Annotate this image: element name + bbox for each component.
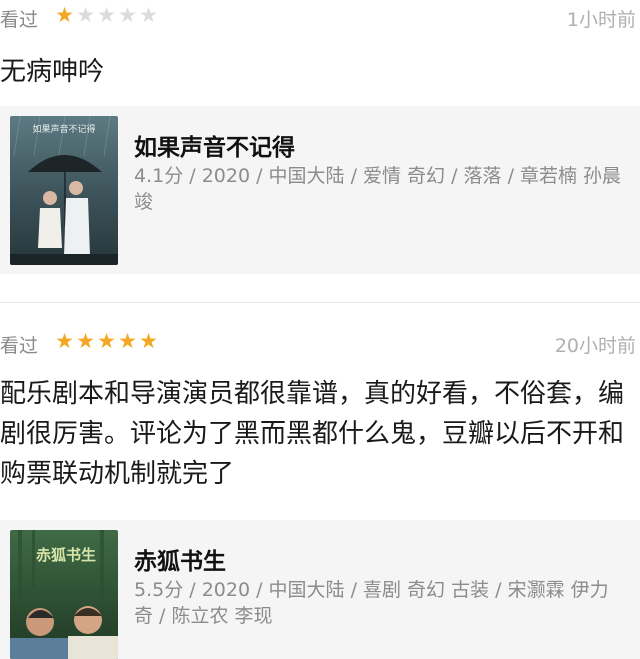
review-time: 1小时前 xyxy=(566,9,636,31)
rating-stars: ★ ★ ★ ★ ★ xyxy=(54,329,159,353)
star-filled-icon: ★ xyxy=(55,329,74,353)
star-filled-icon: ★ xyxy=(97,329,116,353)
review-item: 看过 ★ ★ ★ ★ ★ 1小时前 无病呻吟 如果声音不记得 如果声音不记得 4… xyxy=(0,0,640,300)
poster-title-text: 如果声音不记得 xyxy=(32,123,95,135)
review-time: 20小时前 xyxy=(554,335,636,357)
star-filled-icon: ★ xyxy=(76,329,95,353)
review-item: 看过 ★ ★ ★ ★ ★ 20小时前 配乐剧本和导演演员都很靠谱，真的好看，不俗套，编剧… xyxy=(0,326,640,659)
movie-title[interactable]: 如果声音不记得 xyxy=(134,128,295,162)
movie-poster: 如果声音不记得 xyxy=(10,116,118,265)
review-meta: 看过 ★ ★ ★ ★ ★ 20小时前 xyxy=(0,326,640,366)
rating-stars: ★ ★ ★ ★ ★ xyxy=(54,3,159,27)
star-empty-icon: ★ xyxy=(118,3,137,27)
movie-title[interactable]: 赤狐书生 xyxy=(134,542,226,576)
star-empty-icon: ★ xyxy=(97,3,116,27)
poster-title-text: 赤狐书生 xyxy=(36,546,96,564)
movie-info: 5.5分 / 2020 / 中国大陆 / 喜剧 奇幻 古装 / 宋灏霖 伊力奇 … xyxy=(134,579,609,627)
review-comment: 配乐剧本和导演演员都很靠谱，真的好看，不俗套，编剧很厉害。评论为了黑而黑都什么鬼… xyxy=(0,379,625,489)
movie-info: 4.1分 / 2020 / 中国大陆 / 爱情 奇幻 / 落落 / 章若楠 孙晨… xyxy=(134,165,622,213)
review-comment: 无病呻吟 xyxy=(0,57,105,87)
star-empty-icon: ★ xyxy=(139,3,158,27)
movie-poster: 赤狐书生 xyxy=(10,530,118,659)
star-empty-icon: ★ xyxy=(76,3,95,27)
movie-card[interactable]: 赤狐书生 赤狐书生 5.5分 / 2020 / 中国大陆 / 喜剧 奇幻 古装 … xyxy=(0,520,640,659)
star-filled-icon: ★ xyxy=(139,329,158,353)
review-action: 看过 xyxy=(0,335,39,357)
movie-card[interactable]: 如果声音不记得 如果声音不记得 4.1分 / 2020 / 中国大陆 / 爱情 … xyxy=(0,106,640,274)
review-action: 看过 xyxy=(0,9,39,31)
review-meta: 看过 ★ ★ ★ ★ ★ 1小时前 xyxy=(0,0,640,40)
divider xyxy=(0,302,640,303)
star-filled-icon: ★ xyxy=(118,329,137,353)
star-filled-icon: ★ xyxy=(55,3,74,27)
